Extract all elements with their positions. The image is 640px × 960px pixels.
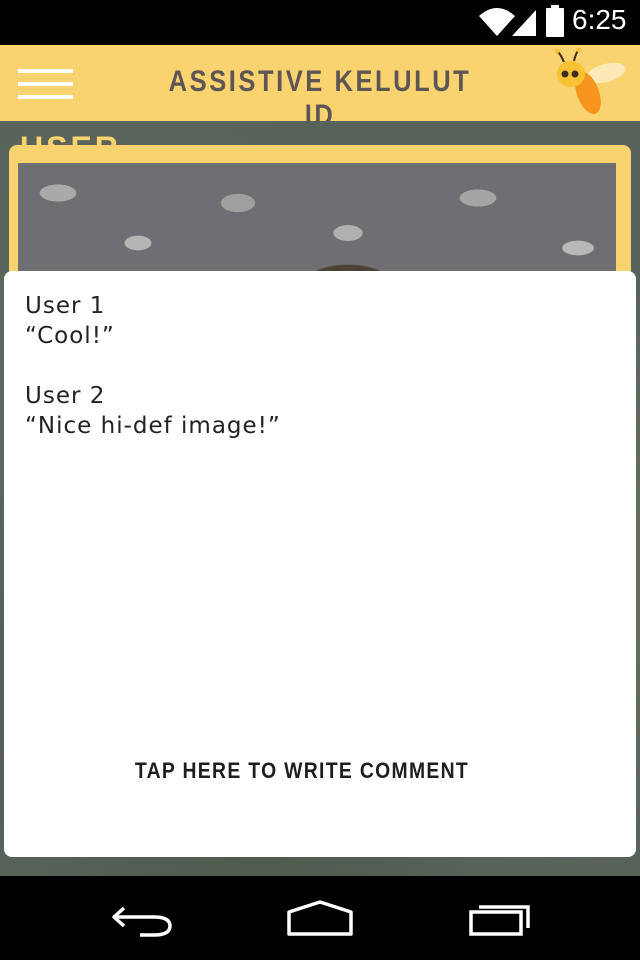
screen: 6:25 ASSISTIVE KELULUT ID USER User 1 “C… xyxy=(0,0,640,960)
comment-item: User 1 “Cool!” xyxy=(25,291,115,351)
comment-panel: User 1 “Cool!” User 2 “Nice hi-def image… xyxy=(4,271,636,857)
comment-author: User 1 xyxy=(25,293,106,319)
nav-bar xyxy=(0,876,640,960)
battery-icon xyxy=(546,5,564,37)
write-comment-button[interactable]: TAP HERE TO WRITE COMMENT xyxy=(40,758,564,784)
comment-item: User 2 “Nice hi-def image!” xyxy=(25,381,281,441)
comment-text: “Cool!” xyxy=(25,323,115,349)
status-bar: 6:25 xyxy=(0,0,640,45)
status-time: 6:25 xyxy=(572,4,627,35)
hamburger-menu-icon[interactable] xyxy=(18,69,74,99)
comment-author: User 2 xyxy=(25,383,106,409)
app-bar: ASSISTIVE KELULUT ID xyxy=(0,45,640,132)
bee-icon xyxy=(554,47,626,115)
home-icon[interactable] xyxy=(286,898,354,938)
comment-text: “Nice hi-def image!” xyxy=(25,413,281,439)
signal-icon xyxy=(512,10,536,36)
back-icon[interactable] xyxy=(110,898,176,938)
photo[interactable] xyxy=(18,163,616,283)
recent-apps-icon[interactable] xyxy=(468,898,532,938)
